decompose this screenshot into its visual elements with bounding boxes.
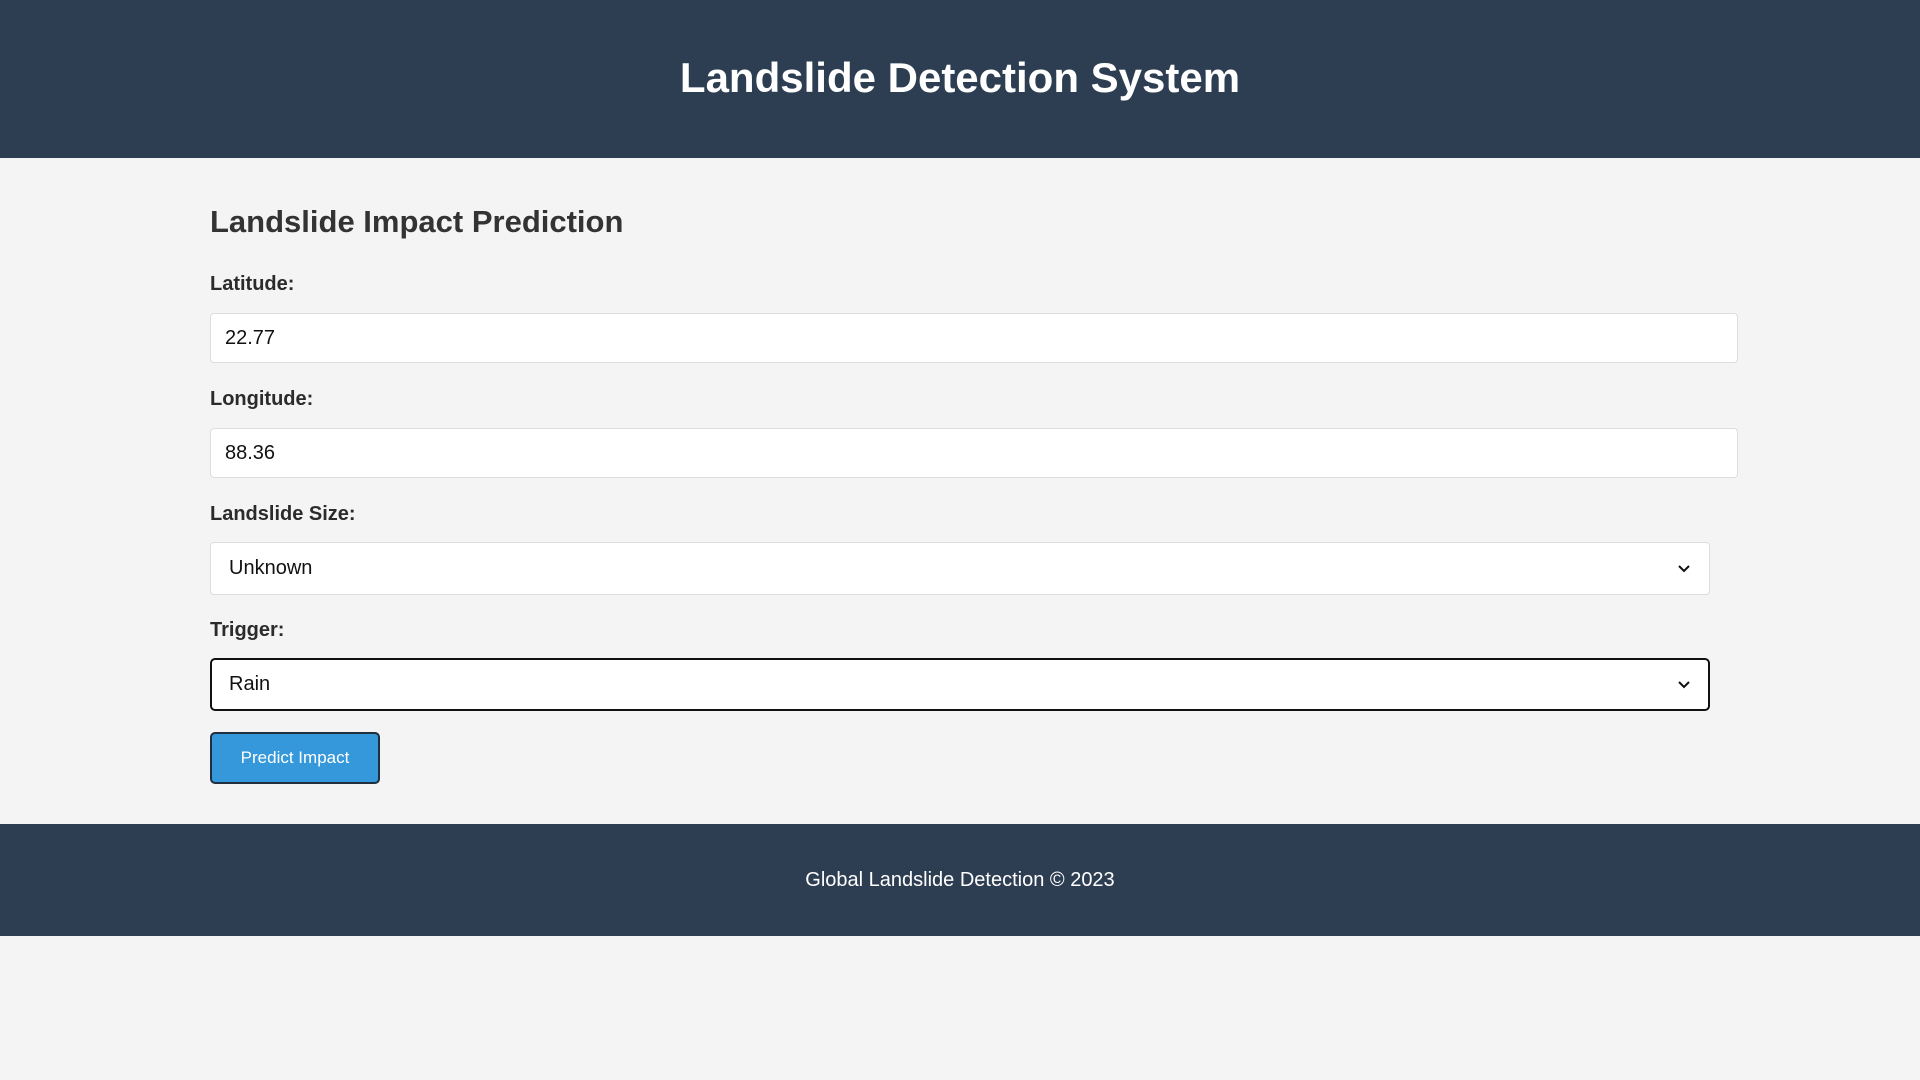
chevron-down-icon — [1677, 678, 1691, 692]
landslide-size-selected-value: Unknown — [229, 557, 313, 579]
main-content: Landslide Impact Prediction Latitude: Lo… — [0, 158, 1920, 824]
latitude-label: Latitude: — [210, 273, 295, 295]
footer-text: Global Landslide Detection © 2023 — [805, 868, 1115, 891]
longitude-input[interactable] — [210, 428, 1738, 478]
latitude-input[interactable] — [210, 313, 1738, 363]
trigger-label: Trigger: — [210, 619, 285, 641]
longitude-label: Longitude: — [210, 388, 314, 410]
landslide-size-label: Landslide Size: — [210, 503, 356, 525]
site-header: Landslide Detection System — [0, 0, 1920, 158]
chevron-down-icon — [1677, 562, 1691, 576]
form-title: Landslide Impact Prediction — [210, 204, 624, 239]
landslide-size-select[interactable]: Unknown — [210, 542, 1710, 595]
page-title: Landslide Detection System — [679, 54, 1241, 101]
trigger-select[interactable]: Rain — [210, 658, 1710, 711]
site-footer: Global Landslide Detection © 2023 — [0, 824, 1920, 936]
predict-impact-button[interactable]: Predict Impact — [210, 732, 380, 784]
trigger-selected-value: Rain — [229, 673, 271, 695]
